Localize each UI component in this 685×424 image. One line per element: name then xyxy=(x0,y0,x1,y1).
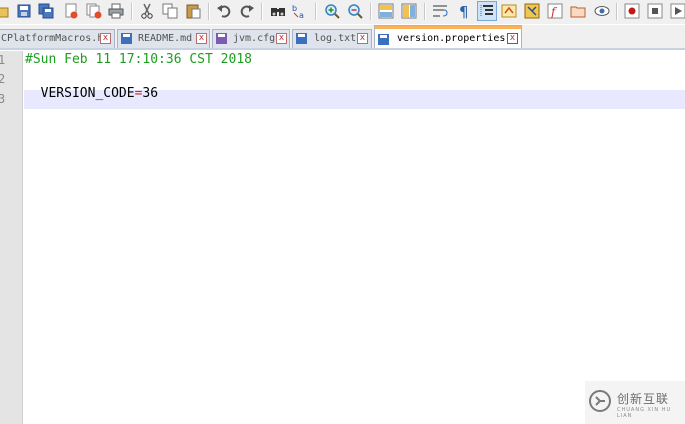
saved-file-icon xyxy=(296,33,307,44)
replace-icon[interactable]: ba xyxy=(292,3,308,19)
svg-text:¶: ¶ xyxy=(459,3,469,19)
function-list-icon[interactable]: f xyxy=(547,3,563,19)
doc-map-icon[interactable] xyxy=(524,3,540,19)
svg-text:b: b xyxy=(292,4,297,13)
record-macro-icon[interactable] xyxy=(624,3,640,19)
user-language-icon[interactable] xyxy=(501,3,517,19)
watermark-title: 创新互联 xyxy=(617,392,670,406)
tab-label: jvm.cfg xyxy=(233,33,276,44)
sync-horizontal-icon[interactable] xyxy=(401,3,417,19)
tab-close-icon[interactable]: x xyxy=(276,33,287,44)
property-value: 36 xyxy=(142,86,159,101)
redo-icon[interactable] xyxy=(239,3,255,19)
tab-label: log.txt xyxy=(314,33,357,44)
property-key: VERSION_CODE xyxy=(40,86,135,101)
tab-label: README.md xyxy=(138,33,193,44)
tab-cplatformmacros[interactable]: CPlatformMacros.h x xyxy=(0,29,115,48)
open-icon[interactable] xyxy=(0,3,10,19)
cut-icon[interactable] xyxy=(139,3,155,19)
tab-close-icon[interactable]: x xyxy=(100,33,111,44)
paste-icon[interactable] xyxy=(185,3,201,19)
tab-version-properties[interactable]: version.properties x xyxy=(374,25,522,49)
close-all-icon[interactable] xyxy=(86,3,102,19)
undo-icon[interactable] xyxy=(216,3,232,19)
show-all-chars-icon[interactable]: ¶ xyxy=(456,3,472,19)
watermark-logo: 创新互联 CHUANG XIN HU LIAN xyxy=(585,381,685,424)
logo-icon xyxy=(589,390,611,412)
tab-close-icon[interactable]: x xyxy=(357,33,368,44)
line-number: 3 xyxy=(0,92,6,106)
tab-close-icon[interactable]: x xyxy=(196,33,207,44)
tab-readme[interactable]: README.md x xyxy=(117,29,210,48)
stop-record-icon[interactable] xyxy=(647,3,663,19)
save-all-icon[interactable] xyxy=(38,3,54,19)
tab-close-icon[interactable]: x xyxy=(507,33,518,44)
tab-log-txt[interactable]: log.txt x xyxy=(292,29,372,48)
tab-label: CPlatformMacros.h xyxy=(1,33,104,44)
tab-jvm-cfg[interactable]: jvm.cfg x xyxy=(212,29,290,48)
zoom-out-icon[interactable] xyxy=(347,3,363,19)
editor-line-1[interactable]: #Sun Feb 11 17:10:36 CST 2018 xyxy=(25,52,252,67)
tab-bar: CPlatformMacros.h x README.md x jvm.cfg … xyxy=(0,25,685,49)
find-icon[interactable] xyxy=(270,3,286,19)
word-wrap-icon[interactable] xyxy=(432,3,448,19)
monitoring-icon[interactable] xyxy=(594,3,610,19)
folder-workspace-icon[interactable] xyxy=(570,3,586,19)
line-number: 2 xyxy=(0,72,6,86)
indent-guide-icon[interactable] xyxy=(477,1,497,21)
svg-text:a: a xyxy=(299,11,304,19)
saved-file-icon xyxy=(121,33,132,44)
line-number-gutter: 1 2 3 xyxy=(0,51,23,424)
watermark-subtitle: CHUANG XIN HU LIAN xyxy=(617,407,672,419)
active-tab-accent xyxy=(375,26,521,29)
editor-line-2[interactable]: VERSION_CODE=36 xyxy=(25,71,158,101)
save-icon[interactable] xyxy=(16,3,32,19)
copy-icon[interactable] xyxy=(162,3,178,19)
zoom-in-icon[interactable] xyxy=(324,3,340,19)
saved-file-icon xyxy=(378,34,389,45)
tab-label: version.properties xyxy=(397,33,506,44)
tab-underline xyxy=(0,48,685,50)
print-icon[interactable] xyxy=(108,3,124,19)
close-icon[interactable] xyxy=(63,3,79,19)
saved-file-icon xyxy=(216,33,227,44)
toolbar: ba ¶ f xyxy=(0,0,685,24)
sync-vertical-icon[interactable] xyxy=(378,3,394,19)
line-number: 1 xyxy=(0,53,6,67)
play-macro-icon[interactable] xyxy=(670,3,685,19)
